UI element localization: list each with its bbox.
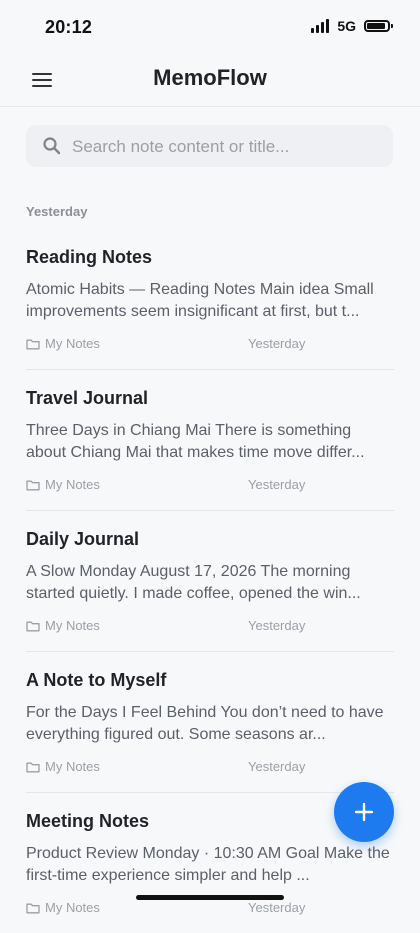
folder-icon [26, 480, 40, 491]
note-folder: My Notes [45, 759, 100, 774]
search-input[interactable] [70, 125, 384, 169]
note-snippet: For the Days I Feel Behind You don’t nee… [26, 704, 384, 743]
note-folder: My Notes [45, 900, 100, 915]
search-icon [43, 137, 61, 155]
folder-icon [26, 903, 40, 914]
app-header: MemoFlow [0, 56, 420, 107]
add-note-button[interactable] [334, 782, 394, 842]
network-type: 5G [337, 18, 356, 34]
note-date: Yesterday [248, 336, 306, 351]
note-title: Reading Notes [26, 247, 153, 267]
folder-icon [26, 621, 40, 632]
status-indicators: 5G [311, 18, 393, 34]
note-snippet: A Slow Monday August 17, 2026 The mornin… [26, 563, 361, 602]
note-meta: My Notes Yesterday [26, 336, 394, 352]
note-date: Yesterday [248, 759, 306, 774]
signal-icon [311, 19, 330, 33]
search-bar[interactable] [26, 125, 393, 169]
status-time: 20:12 [45, 17, 93, 37]
note-folder: My Notes [45, 618, 100, 633]
note-folder: My Notes [45, 336, 100, 351]
note-snippet: Atomic Habits — Reading Notes Main idea … [26, 281, 374, 320]
note-meta: My Notes Yesterday [26, 900, 394, 916]
note-title: Travel Journal [26, 388, 149, 408]
note-date: Yesterday [248, 618, 306, 633]
section-label-yesterday: Yesterday [26, 204, 88, 219]
note-title: Meeting Notes [26, 811, 150, 831]
note-date: Yesterday [248, 477, 306, 492]
status-bar: 20:12 5G [0, 0, 420, 56]
note-meta: My Notes Yesterday [26, 477, 394, 493]
note-date: Yesterday [248, 900, 306, 915]
note-snippet: Three Days in Chiang Mai There is someth… [26, 422, 365, 461]
note-meta: My Notes Yesterday [26, 759, 394, 775]
plus-icon [354, 802, 374, 822]
note-list-item[interactable]: Reading Notes Atomic Habits — Reading No… [26, 229, 394, 370]
note-snippet: Product Review Monday · 10:30 AM Goal Ma… [26, 845, 390, 884]
folder-icon [26, 762, 40, 773]
note-folder: My Notes [45, 477, 100, 492]
note-meta: My Notes Yesterday [26, 618, 394, 634]
note-list-item[interactable]: Travel Journal Three Days in Chiang Mai … [26, 370, 394, 511]
note-title: Daily Journal [26, 529, 140, 549]
home-indicator [136, 895, 284, 900]
app-title: MemoFlow [153, 65, 267, 90]
note-list-item[interactable]: Daily Journal A Slow Monday August 17, 2… [26, 511, 394, 652]
note-title: A Note to Myself [26, 670, 167, 690]
battery-icon [364, 20, 393, 32]
note-list-item[interactable]: A Note to Myself For the Days I Feel Beh… [26, 652, 394, 793]
folder-icon [26, 339, 40, 350]
